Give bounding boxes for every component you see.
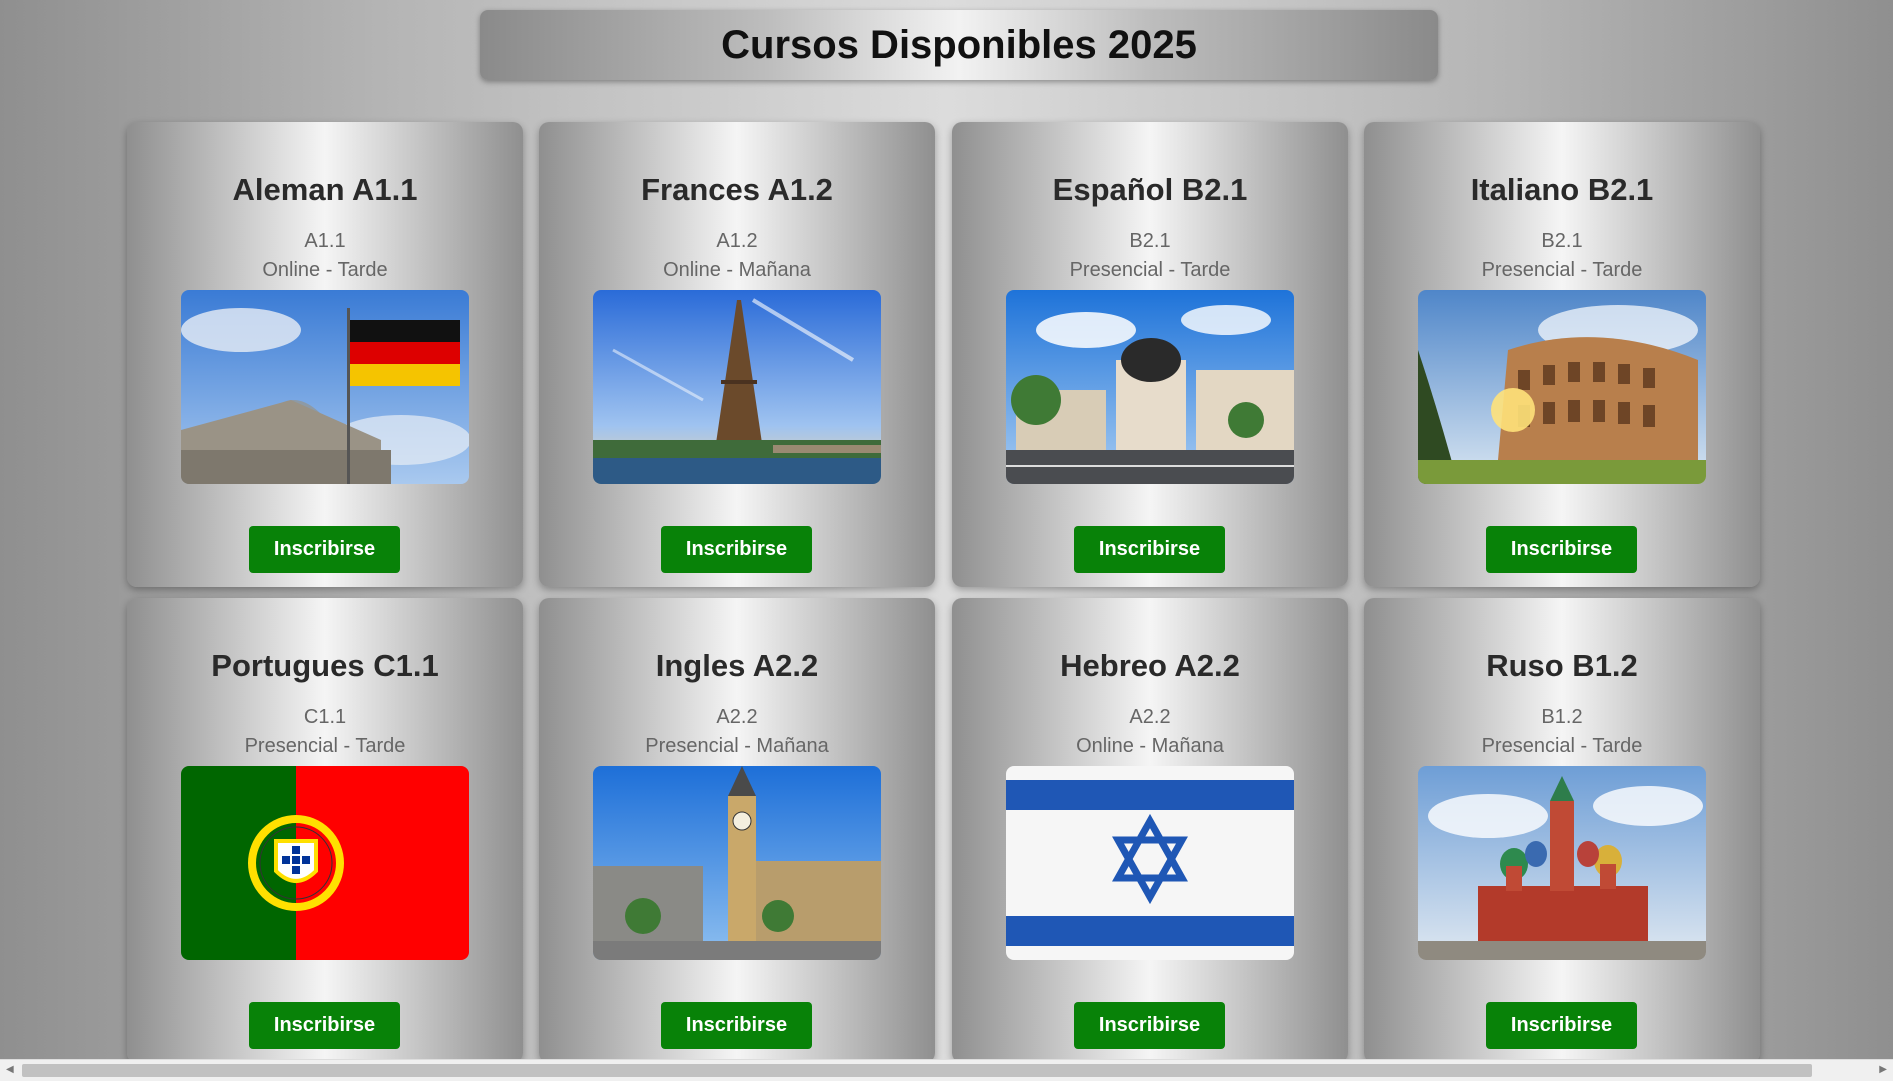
course-level: B1.2 — [1541, 706, 1583, 728]
enroll-button[interactable]: Inscribirse — [1074, 526, 1225, 573]
course-mode: Presencial - Tarde — [1481, 259, 1643, 281]
scroll-left-icon[interactable]: ◀ — [6, 1064, 14, 1075]
course-mode: Presencial - Mañana — [645, 735, 829, 757]
course-title: Hebreo A2.2 — [1060, 648, 1240, 683]
course-level: B2.1 — [1541, 230, 1583, 252]
course-card: Italiano B2.1 B2.1 Presencial - Tarde In… — [1364, 122, 1760, 587]
course-mode: Online - Mañana — [1076, 735, 1224, 757]
enroll-button[interactable]: Inscribirse — [661, 526, 812, 573]
course-title: Ruso B1.2 — [1486, 648, 1638, 683]
enroll-button[interactable]: Inscribirse — [249, 526, 400, 573]
page-header: Cursos Disponibles 2025 — [480, 10, 1438, 80]
enroll-button[interactable]: Inscribirse — [1074, 1002, 1225, 1049]
scroll-right-icon[interactable]: ▶ — [1879, 1064, 1887, 1075]
course-title: Frances A1.2 — [641, 172, 833, 207]
course-title: Ingles A2.2 — [655, 648, 819, 683]
course-image-portugal-flag — [181, 766, 469, 960]
horizontal-scrollbar[interactable]: ◀ ▶ — [0, 1059, 1893, 1081]
course-image-moscow — [1418, 766, 1706, 960]
course-title: Aleman A1.1 — [232, 172, 418, 207]
course-image-germany — [181, 290, 469, 484]
course-level: A1.1 — [304, 230, 346, 252]
course-mode: Presencial - Tarde — [1481, 735, 1643, 757]
page-title: Cursos Disponibles 2025 — [721, 22, 1197, 67]
course-card: Portugues C1.1 C1.1 Presencial - Tarde I… — [127, 598, 523, 1063]
course-image-madrid — [1006, 290, 1294, 484]
enroll-button[interactable]: Inscribirse — [1486, 1002, 1637, 1049]
enroll-button[interactable]: Inscribirse — [661, 1002, 812, 1049]
course-card: Español B2.1 B2.1 Presencial - Tarde Ins… — [952, 122, 1348, 587]
course-image-london — [593, 766, 881, 960]
course-mode: Presencial - Tarde — [1069, 259, 1231, 281]
enroll-button[interactable]: Inscribirse — [1486, 526, 1637, 573]
scrollbar-thumb[interactable] — [22, 1064, 1812, 1077]
course-title: Español B2.1 — [1052, 172, 1248, 207]
course-card: Frances A1.2 A1.2 Online - Mañana Inscri… — [539, 122, 935, 587]
course-level: A2.2 — [1129, 706, 1171, 728]
enroll-button[interactable]: Inscribirse — [249, 1002, 400, 1049]
course-level: A2.2 — [716, 706, 758, 728]
course-card: Hebreo A2.2 A2.2 Online - Mañana Inscrib… — [952, 598, 1348, 1063]
course-mode: Online - Tarde — [262, 259, 388, 281]
course-level: B2.1 — [1129, 230, 1171, 252]
course-card: Ruso B1.2 B1.2 Presencial - Tarde Inscri… — [1364, 598, 1760, 1063]
course-mode: Online - Mañana — [663, 259, 811, 281]
course-title: Italiano B2.1 — [1470, 172, 1654, 207]
course-mode: Presencial - Tarde — [244, 735, 406, 757]
course-level: A1.2 — [716, 230, 758, 252]
course-image-israel-flag — [1006, 766, 1294, 960]
course-level: C1.1 — [303, 706, 347, 728]
course-card: Ingles A2.2 A2.2 Presencial - Mañana Ins… — [539, 598, 935, 1063]
course-title: Portugues C1.1 — [211, 648, 439, 683]
course-image-rome — [1418, 290, 1706, 484]
course-card: Aleman A1.1 A1.1 Online - Tarde Inscribi… — [127, 122, 523, 587]
course-image-paris — [593, 290, 881, 484]
